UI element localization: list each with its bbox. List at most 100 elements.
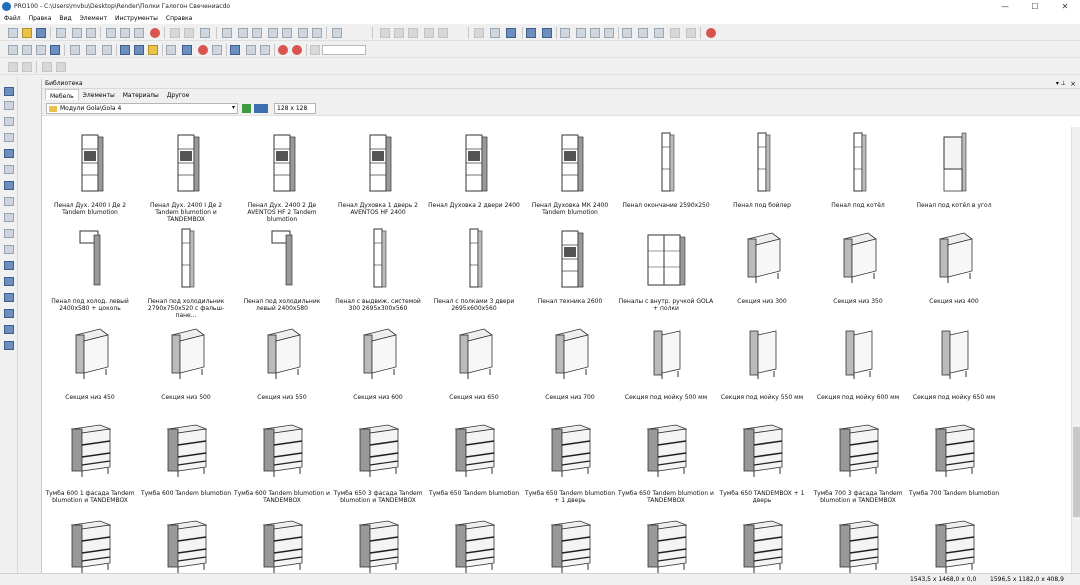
library-scrollbar[interactable]	[1071, 127, 1080, 573]
menu-view[interactable]: Вид	[59, 15, 71, 22]
history-icon[interactable]	[200, 28, 210, 38]
stack-tool-icon[interactable]	[4, 293, 14, 302]
library-item[interactable]: Тумба 700 3 фасада Tandem blumotion и TA…	[810, 417, 906, 507]
visibility-icon[interactable]	[212, 45, 222, 55]
paint-icon[interactable]	[120, 45, 130, 55]
tab-other[interactable]: Другое	[163, 89, 194, 100]
library-item[interactable]: Секция низ 550	[234, 321, 330, 411]
wireframe-icon[interactable]	[70, 45, 80, 55]
thumb-size-select[interactable]: 128 x 128	[274, 103, 316, 114]
tab-furniture[interactable]: Мебель	[45, 89, 79, 100]
rotate-tool-icon[interactable]	[4, 197, 14, 206]
library-item[interactable]: Пенал под котёл	[810, 129, 906, 219]
align-tool-icon[interactable]	[4, 261, 14, 270]
library-item[interactable]: Секция низ 700	[522, 321, 618, 411]
library-item[interactable]: Секция низ 400	[906, 225, 1002, 315]
new-file-icon[interactable]	[8, 28, 18, 38]
texture-icon[interactable]	[102, 45, 112, 55]
align-v-icon[interactable]	[22, 62, 32, 72]
cut-icon[interactable]	[106, 28, 116, 38]
sum-icon[interactable]	[332, 28, 342, 38]
shape-tool-icon[interactable]	[4, 165, 14, 174]
texture-tool-icon[interactable]	[4, 341, 14, 350]
stop-render-icon[interactable]	[706, 28, 716, 38]
undo-icon[interactable]	[170, 28, 180, 38]
library-item[interactable]: Пенал окончание 2590х250	[618, 129, 714, 219]
material-icon[interactable]	[134, 45, 144, 55]
library-item[interactable]	[522, 513, 618, 573]
library-item[interactable]	[234, 513, 330, 573]
distribute-tool-icon[interactable]	[4, 277, 14, 286]
library-item[interactable]: Пенал под холод. левый 2400х580 + цоколь	[42, 225, 138, 315]
snap-icon[interactable]	[230, 45, 240, 55]
select-box-icon[interactable]	[8, 45, 18, 55]
library-item[interactable]	[714, 513, 810, 573]
library-item[interactable]: Секция под мойку 500 мм	[618, 321, 714, 411]
folder-up-icon[interactable]	[242, 104, 251, 113]
library-item[interactable]: Секция низ 350	[810, 225, 906, 315]
layer-tool-icon[interactable]	[4, 309, 14, 318]
library-item[interactable]: Тумба 700 Tandem blumotion	[906, 417, 1002, 507]
link-icon[interactable]	[56, 62, 66, 72]
text-icon[interactable]	[42, 62, 52, 72]
cube-side-icon[interactable]	[36, 45, 46, 55]
library-item[interactable]: Тумба 600 Tandem blumotion	[138, 417, 234, 507]
grid-toggle-icon[interactable]	[198, 45, 208, 55]
light-icon[interactable]	[670, 28, 680, 38]
ruler-icon[interactable]	[182, 45, 192, 55]
room-tool-icon[interactable]	[4, 133, 14, 142]
library-item[interactable]: Тумба 600 Tandem blumotion и TANDEMBOX	[234, 417, 330, 507]
wall-tool-icon[interactable]	[4, 117, 14, 126]
library-item[interactable]: Пенал Дух. 2400 І Де 2 Tandem blumotion	[42, 129, 138, 219]
ungroup-icon[interactable]	[506, 28, 516, 38]
minimize-button[interactable]: —	[990, 0, 1020, 13]
open-folder-icon[interactable]	[22, 28, 32, 38]
tab-elements[interactable]: Элементы	[79, 89, 119, 100]
save-icon[interactable]	[36, 28, 46, 38]
calculator-icon[interactable]	[312, 28, 322, 38]
library-item[interactable]: Секция под мойку 600 мм	[810, 321, 906, 411]
library-item[interactable]: Пенал под бойлер	[714, 129, 810, 219]
cube-solid-icon[interactable]	[50, 45, 60, 55]
view-side-icon[interactable]	[252, 28, 262, 38]
layers-icon[interactable]	[298, 28, 308, 38]
report-icon[interactable]	[282, 28, 292, 38]
library-item[interactable]: Тумба 650 Tandem blumotion и TANDEMBOX	[618, 417, 714, 507]
library-item[interactable]: Пенал Духовка 2 двери 2400	[426, 129, 522, 219]
library-item[interactable]: Пенал техника 2600	[522, 225, 618, 315]
magnet-icon[interactable]	[278, 45, 288, 55]
paint-tool-icon[interactable]	[4, 325, 14, 334]
library-item[interactable]: Секция под мойку 550 мм	[714, 321, 810, 411]
library-item[interactable]: Пенал под котёл в угол	[906, 129, 1002, 219]
library-item[interactable]: Пенал Дух. 2400 І Де 2 Tandem blumotion …	[138, 129, 234, 223]
library-item[interactable]	[906, 513, 1002, 573]
path-dropdown[interactable]: Модули Gola\Gola 4 ▾	[46, 103, 238, 114]
align-top-icon[interactable]	[424, 28, 434, 38]
camera-icon[interactable]	[638, 28, 648, 38]
rotate-icon[interactable]	[560, 28, 570, 38]
library-item[interactable]	[810, 513, 906, 573]
library-item[interactable]	[618, 513, 714, 573]
library-close-icon[interactable]: ×	[1070, 79, 1076, 89]
pencil-tool-icon[interactable]	[4, 149, 14, 158]
shaded-icon[interactable]	[86, 45, 96, 55]
align-center-icon[interactable]	[394, 28, 404, 38]
redo-icon[interactable]	[184, 28, 194, 38]
target-icon[interactable]	[292, 45, 302, 55]
library-item[interactable]	[42, 513, 138, 573]
library-item[interactable]: Пенал под холодильник левый 2400х580	[234, 225, 330, 315]
menu-tools[interactable]: Инструменты	[115, 15, 158, 22]
eye-icon[interactable]	[654, 28, 664, 38]
library-item[interactable]: Тумба 600 1 фасада Tandem blumotion и TA…	[42, 417, 138, 507]
flip-icon[interactable]	[542, 28, 552, 38]
delete-icon[interactable]	[150, 28, 160, 38]
library-item[interactable]	[138, 513, 234, 573]
pin-icon[interactable]: ▾ ⊥	[1056, 79, 1066, 89]
align-left-icon[interactable]	[380, 28, 390, 38]
distribute-icon[interactable]	[590, 28, 600, 38]
cube-front-icon[interactable]	[22, 45, 32, 55]
align-bottom-icon[interactable]	[438, 28, 448, 38]
export-icon[interactable]	[86, 28, 96, 38]
maximize-button[interactable]: ☐	[1020, 0, 1050, 13]
library-item[interactable]: Пенал Духовка 1 дверь 2 AVENTOS HF 2400	[330, 129, 426, 219]
